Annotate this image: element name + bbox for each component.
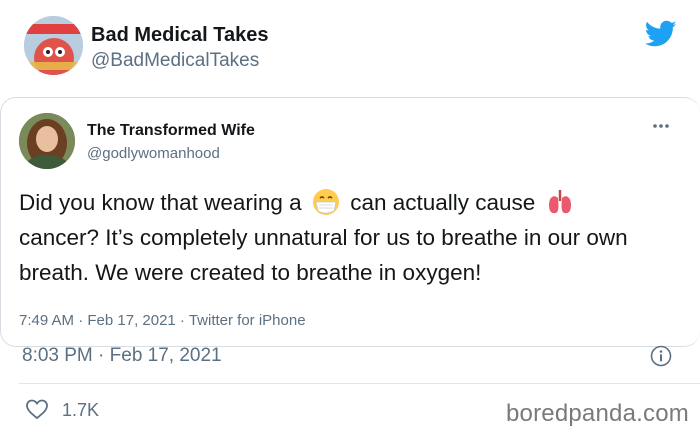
display-name[interactable]: Bad Medical Takes [91,24,268,47]
profile-photo-icon [19,113,75,169]
zoidberg-doctor-avatar-icon [24,16,83,75]
lungs-icon [548,190,571,214]
tweet-text-part3: cancer? It’s completely unnatural for us… [19,225,628,285]
tweet-text-part2: can actually cause [350,190,536,215]
user-handle[interactable]: @BadMedicalTakes [91,50,259,72]
quoted-tweet-meta[interactable]: 7:49 AM · Feb 17, 2021 · Twitter for iPh… [19,312,306,329]
info-icon[interactable] [650,345,672,367]
watermark: boredpanda.com [506,400,689,427]
twitter-bird-icon[interactable] [645,20,677,48]
quoted-user-handle[interactable]: @godlywomanhood [87,145,220,162]
tweet-text: Did you know that wearing a can actually… [19,185,679,290]
divider [19,383,700,384]
face-with-medical-mask-icon [312,189,339,215]
more-options-icon[interactable] [651,120,671,132]
quoted-avatar[interactable] [19,113,75,169]
heart-icon[interactable] [25,398,49,420]
tweet-timestamp[interactable]: 8:03 PM · Feb 17, 2021 [22,345,222,367]
tweet-text-part1: Did you know that wearing a [19,190,302,215]
avatar[interactable] [24,16,83,75]
quoted-display-name[interactable]: The Transformed Wife [87,122,255,140]
like-count[interactable]: 1.7K [62,400,99,421]
